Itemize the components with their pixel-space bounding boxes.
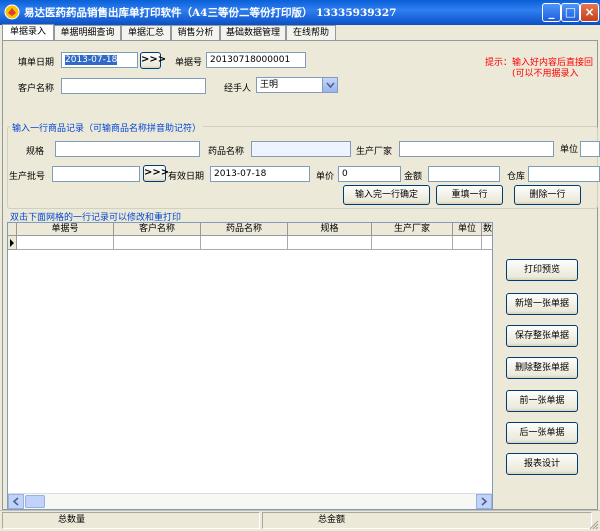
delete-row-button[interactable]: 删除一行 [514, 185, 581, 205]
row-pointer-icon [10, 239, 14, 247]
grid-cell[interactable] [114, 236, 201, 250]
tip-text-2: (可以不用据录入 [512, 69, 579, 79]
refill-row-button[interactable]: 重填一行 [436, 185, 503, 205]
prev-doc-button[interactable]: 前一张单据 [506, 390, 578, 412]
app-logo-icon [4, 4, 20, 20]
total-qty-label: 总数量 [58, 515, 86, 525]
col-header-customer[interactable]: 客户名称 [114, 223, 201, 236]
price-field[interactable]: 0 [338, 166, 401, 182]
tab-sales-analysis[interactable]: 销售分析 [171, 25, 220, 41]
status-total-amount: 总金额 [262, 512, 592, 529]
grid-cell[interactable] [482, 236, 492, 250]
item-group-title: 输入一行商品记录（可输商品名称拼音助记符） [10, 121, 204, 134]
grid-cell[interactable] [17, 236, 114, 250]
amount-label: 金额 [404, 172, 423, 182]
tab-doc-summary[interactable]: 单据汇总 [121, 25, 171, 41]
col-header-qty[interactable]: 数 [482, 223, 492, 236]
tab-online-help[interactable]: 在线帮助 [286, 25, 336, 41]
grid-cell[interactable] [201, 236, 288, 250]
warehouse-field[interactable] [528, 166, 600, 182]
amount-field[interactable] [428, 166, 500, 182]
tab-doc-entry[interactable]: 单据录入 [2, 24, 54, 41]
date-picker-button[interactable]: >>> [140, 52, 166, 69]
col-header-doc-no[interactable]: 单据号 [17, 223, 114, 236]
total-amount-label: 总金额 [318, 515, 346, 525]
drug-name-field[interactable] [251, 141, 351, 157]
report-design-button[interactable]: 报表设计 [506, 453, 578, 475]
fill-date-value: 2013-07-18 [65, 55, 118, 65]
batch-field[interactable] [52, 166, 140, 182]
expiry-label: 有效日期 [168, 172, 205, 182]
scroll-thumb[interactable] [25, 495, 45, 508]
grid-cell[interactable] [453, 236, 482, 250]
customer-field[interactable] [61, 78, 206, 94]
col-header-maker[interactable]: 生产厂家 [372, 223, 453, 236]
warehouse-label: 仓库 [507, 172, 526, 182]
maker-label: 生产厂家 [356, 147, 393, 157]
scroll-left-icon[interactable] [8, 494, 24, 509]
delete-doc-button[interactable]: 删除整张单据 [506, 357, 578, 379]
spec-field[interactable] [55, 141, 200, 157]
fill-date-label: 填单日期 [18, 58, 55, 68]
print-preview-button[interactable]: 打印预览 [506, 259, 578, 281]
tab-base-data[interactable]: 基础数据管理 [220, 25, 286, 41]
next-doc-button[interactable]: 后一张单据 [506, 422, 578, 444]
grid-cell[interactable] [372, 236, 453, 250]
title-bar[interactable]: 易达医药药品销售出库单打印软件（A4三等份二等份打印版） 13335939327… [0, 0, 600, 25]
batch-label: 生产批号 [9, 172, 46, 182]
save-doc-button[interactable]: 保存整张单据 [506, 325, 578, 347]
price-label: 单价 [316, 172, 335, 182]
resize-grip-icon[interactable] [588, 519, 599, 530]
maker-field[interactable] [399, 141, 554, 157]
drug-name-label: 药品名称 [208, 147, 245, 157]
handler-value: 王明 [260, 80, 279, 90]
col-header-drug-name[interactable]: 药品名称 [201, 223, 288, 236]
doc-no-label: 单据号 [175, 58, 203, 68]
col-header-unit[interactable]: 单位 [453, 223, 482, 236]
record-grid[interactable]: 单据号 客户名称 药品名称 规格 生产厂家 单位 数 [7, 222, 493, 510]
customer-label: 客户名称 [18, 84, 55, 94]
scroll-right-icon[interactable] [476, 494, 492, 509]
fill-date-field[interactable]: 2013-07-18 [61, 52, 138, 68]
maximize-button[interactable]: □ [561, 3, 580, 22]
spec-label: 规格 [26, 147, 45, 157]
handler-label: 经手人 [224, 84, 252, 94]
window-title: 易达医药药品销售出库单打印软件（A4三等份二等份打印版） 13335939327 [24, 7, 397, 19]
status-total-qty: 总数量 [2, 512, 260, 529]
minimize-button[interactable]: _ [542, 3, 561, 22]
confirm-row-button[interactable]: 输入完一行确定 [343, 185, 430, 205]
grid-cell[interactable] [288, 236, 372, 250]
close-button[interactable]: × [580, 3, 599, 22]
tab-doc-detail-query[interactable]: 单据明细查询 [54, 25, 121, 41]
unit-label: 单位 [560, 145, 579, 155]
grid-corner [8, 223, 17, 236]
chevron-down-icon[interactable] [322, 78, 337, 92]
expiry-field[interactable]: 2013-07-18 [210, 166, 310, 182]
row-indicator[interactable] [8, 236, 17, 250]
unit-field[interactable] [580, 141, 600, 157]
new-doc-button[interactable]: 新增一张单据 [506, 293, 578, 315]
horizontal-scrollbar[interactable] [8, 493, 492, 509]
col-header-spec[interactable]: 规格 [288, 223, 372, 236]
batch-picker-button[interactable]: >>> [143, 165, 169, 182]
doc-no-field[interactable]: 20130718000001 [206, 52, 306, 68]
